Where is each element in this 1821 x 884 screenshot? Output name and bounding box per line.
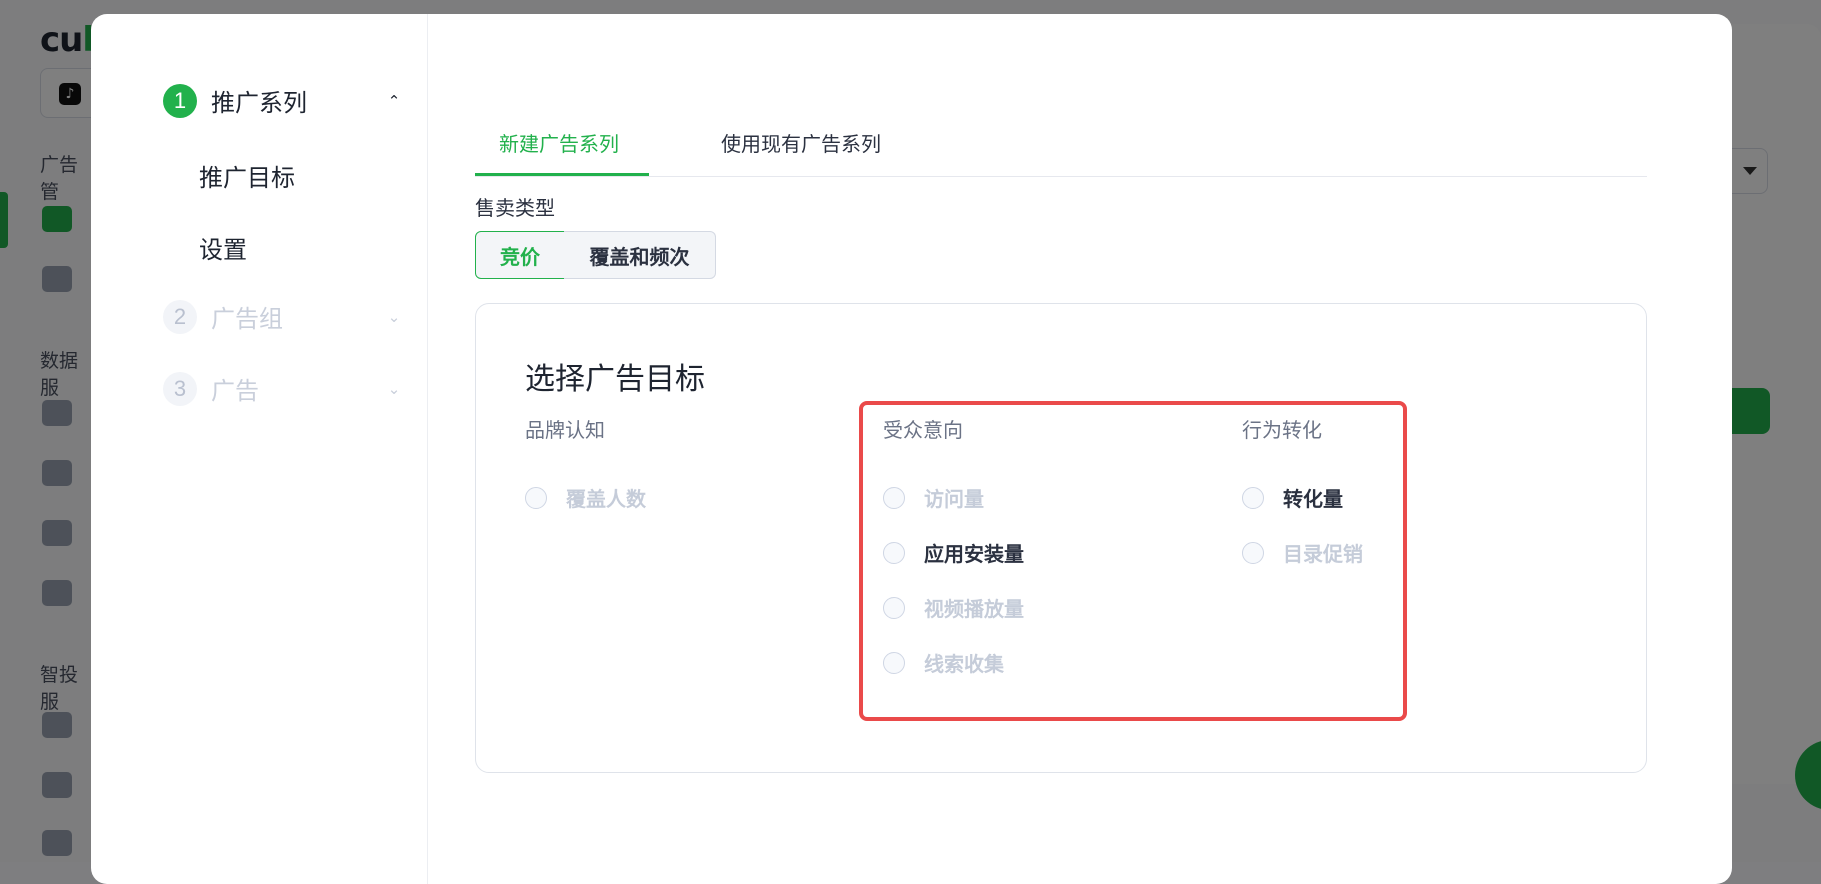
tab-new-campaign[interactable]: 新建广告系列 [499,128,619,157]
column-header-brand-awareness: 品牌认知 [525,418,605,442]
goal-section-title: 选择广告目标 [525,362,705,397]
step-ad-group[interactable]: 2 广告组 [163,299,283,334]
sub-step-settings[interactable]: 设置 [199,230,247,265]
option-reach[interactable]: 覆盖人数 [525,483,646,512]
step-number-badge: 3 [163,371,197,406]
sub-step-promotion-goal[interactable]: 推广目标 [199,158,295,193]
sale-type-bidding-button[interactable]: 竞价 [475,231,565,279]
step-label: 广告组 [211,305,283,333]
step-navigation: 1 推广系列 ⌃ 推广目标 设置 2 广告组 ⌄ 3 广告 ⌄ [91,14,428,884]
step-ad[interactable]: 3 广告 [163,371,259,406]
active-tab-indicator [475,173,649,176]
chevron-down-icon[interactable]: ⌄ [387,310,401,325]
sale-type-label: 售卖类型 [475,196,555,220]
sale-type-reach-frequency-button[interactable]: 覆盖和频次 [564,231,716,279]
chevron-up-icon[interactable]: ⌃ [387,94,401,109]
step-label: 推广系列 [211,89,307,117]
chevron-down-icon[interactable]: ⌄ [387,382,401,397]
goal-selection-card: 选择广告目标 品牌认知 覆盖人数 受众意向 访问量 应用安装量 视频播放量 线索… [475,303,1647,773]
step-number-badge: 1 [163,83,197,118]
option-label: 覆盖人数 [566,487,646,511]
create-campaign-modal: 1 推广系列 ⌃ 推广目标 设置 2 广告组 ⌄ 3 广告 ⌄ 新建广告系列 使… [91,14,1732,884]
tab-existing-campaign[interactable]: 使用现有广告系列 [721,128,881,157]
radio-button[interactable] [525,486,547,509]
step-campaign[interactable]: 1 推广系列 [163,83,307,118]
campaign-tabs: 新建广告系列 使用现有广告系列 [475,116,1647,177]
step-label: 广告 [211,377,259,405]
step-number-badge: 2 [163,299,197,334]
highlight-box [859,401,1407,721]
